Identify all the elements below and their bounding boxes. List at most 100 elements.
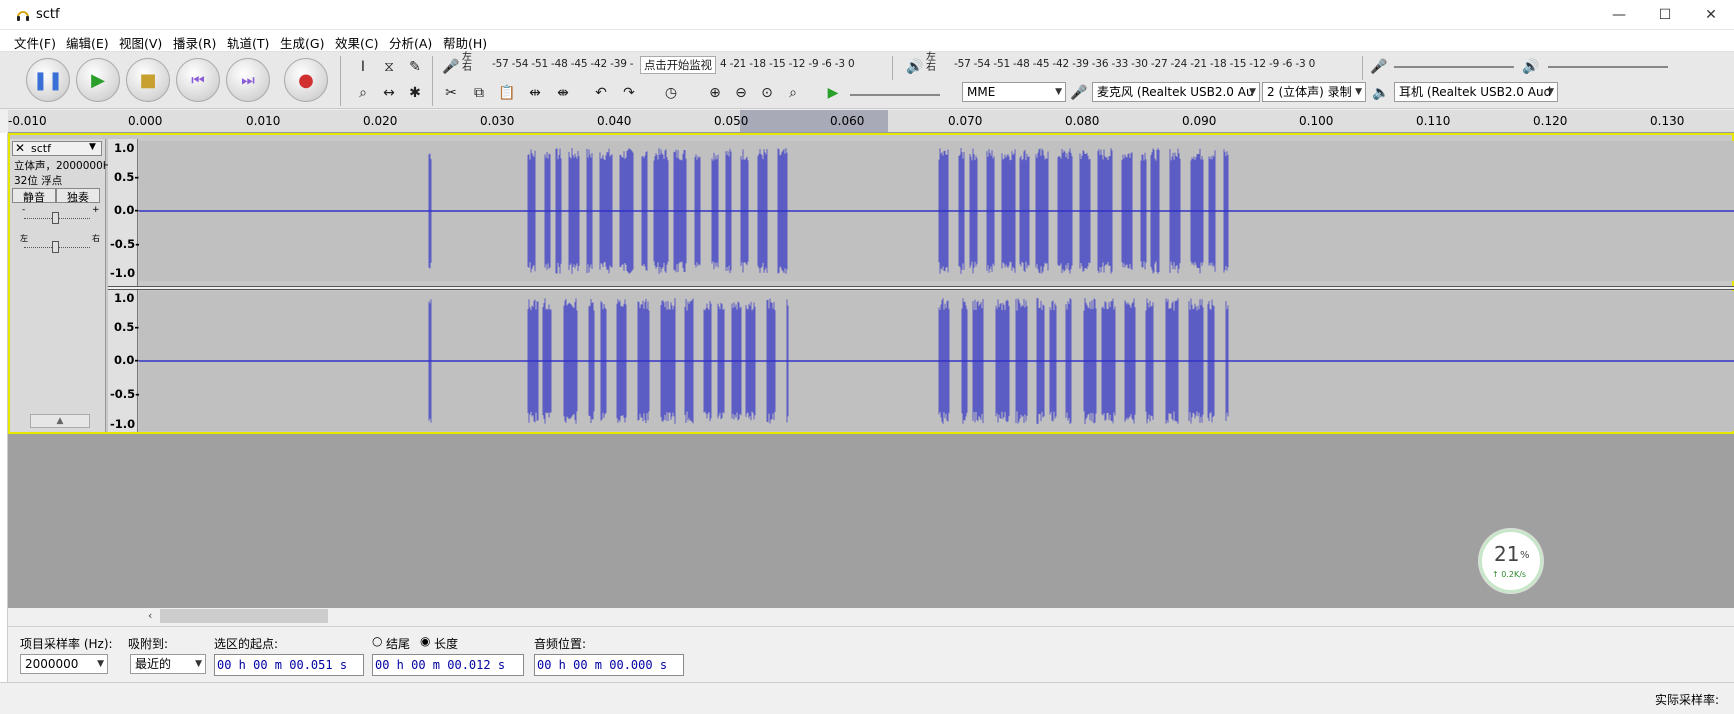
fit-selection-icon[interactable]: ⊙ xyxy=(756,82,778,104)
vscale-label: -0.5- xyxy=(110,237,140,251)
ruler-tick: 0.100 xyxy=(1299,114,1334,128)
skip-end-button[interactable]: ⏭ xyxy=(226,58,270,102)
stop-icon: ■ xyxy=(139,69,157,91)
redo-icon[interactable]: ↷ xyxy=(618,82,640,104)
paste-icon[interactable]: 📋 xyxy=(496,82,518,104)
play-speed-slider[interactable] xyxy=(850,94,940,96)
zoom-in-icon[interactable]: ⊕ xyxy=(704,82,726,104)
scroll-left-icon[interactable]: ‹ xyxy=(148,609,152,622)
start-time-field[interactable]: 00 h 00 m 00.051 s xyxy=(214,654,364,676)
rate-select[interactable]: 2000000 ▼ xyxy=(20,654,108,674)
mic-select[interactable]: 麦克风 (Realtek USB2.0 Au ▼ xyxy=(1092,82,1260,102)
undo-icon[interactable]: ↶ xyxy=(590,82,612,104)
timeline-ruler[interactable]: -0.010 0.000 0.010 0.020 0.030 0.040 0.0… xyxy=(8,110,1734,133)
chevron-down-icon: ▼ xyxy=(1055,87,1062,97)
menu-transport[interactable]: 播录(R) xyxy=(173,33,216,52)
network-speed-widget[interactable]: 21 % ↑ 0.2K/s xyxy=(1479,529,1543,593)
input-volume-slider[interactable] xyxy=(1394,66,1514,68)
mic-icon: 🎤 xyxy=(1070,85,1088,101)
gain-minus-label: - xyxy=(22,205,26,215)
play-button[interactable]: ▶ xyxy=(76,58,120,102)
track-close-icon[interactable]: ✕ xyxy=(15,141,25,155)
sync-lock-icon[interactable]: ◷ xyxy=(660,82,682,104)
record-meter-scale-right: 4 -21 -18 -15 -12 -9 -6 -3 0 xyxy=(720,58,855,70)
mute-button[interactable]: 静音 xyxy=(12,188,56,204)
empty-track-area[interactable] xyxy=(8,434,1734,608)
ruler-tick: 0.080 xyxy=(1065,114,1100,128)
silence-icon[interactable]: ⇼ xyxy=(552,82,574,104)
timeshift-tool-icon[interactable]: ↔ xyxy=(378,82,400,104)
gain-plus-label: + xyxy=(92,205,100,215)
menu-help[interactable]: 帮助(H) xyxy=(443,33,487,52)
channels-select[interactable]: 2 (立体声) 录制 ▼ xyxy=(1262,82,1366,102)
draw-tool-icon[interactable]: ✎ xyxy=(404,56,426,78)
copy-icon[interactable]: ⧉ xyxy=(468,82,490,104)
menu-edit[interactable]: 编辑(E) xyxy=(66,33,109,52)
pause-button[interactable]: ❚❚ xyxy=(26,58,70,102)
mic-value: 麦克风 (Realtek USB2.0 Au xyxy=(1097,85,1254,99)
maximize-button[interactable]: ☐ xyxy=(1642,0,1688,30)
vscale-label: -1.0 xyxy=(110,417,136,431)
solo-button[interactable]: 独奏 xyxy=(56,188,100,204)
ruler-tick: 0.030 xyxy=(480,114,515,128)
play-icon: ▶ xyxy=(91,69,105,91)
status-bar: 实际采样率: xyxy=(0,682,1734,714)
envelope-tool-icon[interactable]: ⧖ xyxy=(378,56,400,78)
speaker-select[interactable]: 耳机 (Realtek USB2.0 Aud ▼ xyxy=(1394,82,1558,102)
waveform-right-channel[interactable] xyxy=(139,291,1734,431)
waveform-left-channel[interactable] xyxy=(139,141,1734,281)
channels-value: 2 (立体声) 录制 xyxy=(1267,85,1352,99)
pan-slider-thumb[interactable] xyxy=(52,241,59,253)
headphones-icon xyxy=(17,11,29,21)
track-name-menu[interactable]: ✕ sctf ▼ xyxy=(12,141,102,156)
pan-left-label: 左 xyxy=(20,234,28,243)
vscale-label: -0.5- xyxy=(110,387,140,401)
menu-tracks[interactable]: 轨道(T) xyxy=(227,33,269,52)
selection-tool-icon[interactable]: I xyxy=(352,56,374,78)
cut-icon[interactable]: ✂ xyxy=(440,82,462,104)
collapse-track-icon[interactable]: ▲ xyxy=(30,414,90,428)
ruler-tick: 0.000 xyxy=(128,114,163,128)
track-info-depth: 32位 浮点 xyxy=(14,175,63,187)
output-volume-slider[interactable] xyxy=(1548,66,1668,68)
scrollbar-thumb[interactable] xyxy=(160,609,328,623)
ruler-tick: 0.060 xyxy=(830,114,865,128)
menu-file[interactable]: 文件(F) xyxy=(14,33,56,52)
stop-button[interactable]: ■ xyxy=(126,58,170,102)
chevron-down-icon: ▼ xyxy=(1355,87,1362,97)
play-at-speed-icon[interactable]: ▶ xyxy=(822,82,844,104)
vscale-label: 0.0- xyxy=(114,203,140,217)
net-speed: ↑ 0.2K/s xyxy=(1492,570,1527,579)
ruler-tick: 0.010 xyxy=(246,114,281,128)
record-button[interactable]: ● xyxy=(284,58,328,102)
gain-slider-thumb[interactable] xyxy=(52,212,59,224)
record-meter-scale: -57 -54 -51 -48 -45 -42 -39 - xyxy=(492,58,634,70)
vscale-label: 1.0 xyxy=(114,291,135,305)
speaker-icon[interactable]: 🔊 xyxy=(904,56,926,78)
host-value: MME xyxy=(967,85,996,99)
audio-position-field[interactable]: 00 h 00 m 00.000 s xyxy=(534,654,684,676)
zoom-out-icon[interactable]: ⊖ xyxy=(730,82,752,104)
length-time-field[interactable]: 00 h 00 m 00.012 s xyxy=(372,654,524,676)
host-select[interactable]: MME ▼ xyxy=(962,82,1066,102)
zoom-tool-icon[interactable]: ⌕ xyxy=(352,82,374,104)
length-radio[interactable]: ◉ xyxy=(420,634,430,648)
end-radio[interactable]: ○ xyxy=(372,634,382,648)
actual-rate-label: 实际采样率: xyxy=(1655,693,1720,707)
close-button[interactable]: ✕ xyxy=(1688,0,1734,30)
rate-label: 项目采样率 (Hz): xyxy=(20,637,113,651)
menu-effect[interactable]: 效果(C) xyxy=(335,33,378,52)
minimize-button[interactable]: — xyxy=(1596,0,1642,30)
record-meter-mic-icon[interactable]: 🎤 xyxy=(440,56,462,78)
menu-view[interactable]: 视图(V) xyxy=(119,33,162,52)
snap-select[interactable]: 最近的 ▼ xyxy=(130,654,206,674)
menu-generate[interactable]: 生成(G) xyxy=(280,33,324,52)
multi-tool-icon[interactable]: ✱ xyxy=(404,82,426,104)
fit-project-icon[interactable]: ⌕ xyxy=(782,82,804,104)
trim-icon[interactable]: ⇹ xyxy=(524,82,546,104)
track-control-panel: ✕ sctf ▼ 立体声，2000000Hz 32位 浮点 静音 独奏 - + … xyxy=(10,139,116,432)
record-meter-monitor[interactable]: 点击开始监视 xyxy=(640,56,716,74)
ruler-tick: 0.040 xyxy=(597,114,632,128)
menu-analyze[interactable]: 分析(A) xyxy=(389,33,432,52)
skip-start-button[interactable]: ⏮ xyxy=(176,58,220,102)
